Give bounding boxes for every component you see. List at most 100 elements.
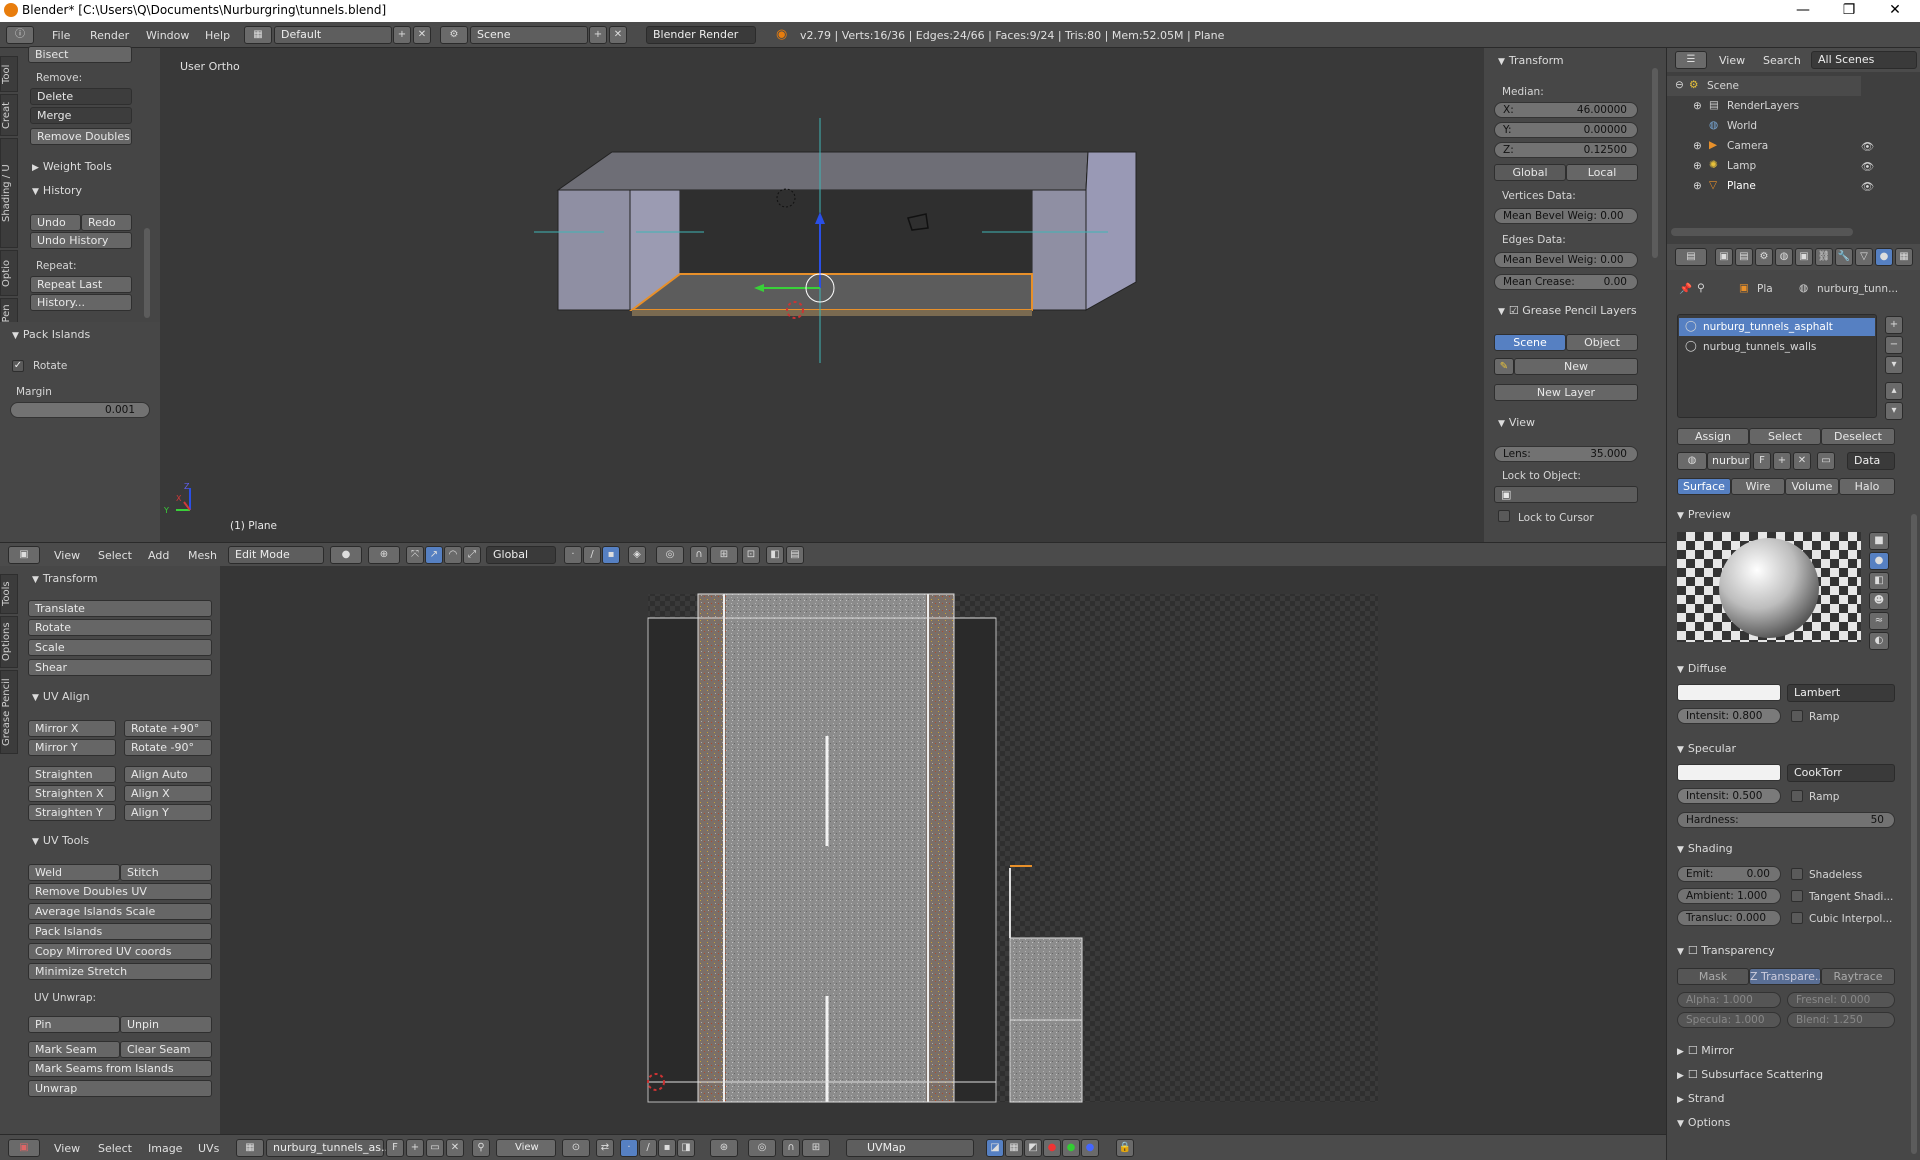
remove-layout-icon[interactable]: ✕ bbox=[413, 26, 431, 44]
unwrap-button[interactable]: Unwrap bbox=[28, 1080, 212, 1097]
sticky-select-icon[interactable]: ⊛ bbox=[710, 1139, 738, 1157]
new-layer-button[interactable]: New Layer bbox=[1494, 384, 1638, 401]
mirror-header[interactable]: ▶ ☐ Mirror bbox=[1677, 1044, 1734, 1057]
bisect-button[interactable]: Bisect bbox=[28, 46, 132, 63]
lock-object-field[interactable]: ▣ bbox=[1494, 486, 1638, 503]
outliner-display-select[interactable]: All Scenes bbox=[1811, 51, 1917, 69]
add-scene-icon[interactable]: + bbox=[589, 26, 607, 44]
assign-button[interactable]: Assign bbox=[1677, 428, 1749, 445]
uv-tab-tools[interactable]: Tools bbox=[0, 574, 18, 614]
editor-type-outliner-icon[interactable]: ☰ bbox=[1675, 51, 1707, 69]
close-button[interactable]: ✕ bbox=[1872, 0, 1918, 22]
rotate-checkbox[interactable]: ✓ bbox=[12, 360, 24, 372]
uv-tools-header[interactable]: ▼ UV Tools bbox=[32, 834, 89, 847]
editor-type-uv-icon[interactable]: ▣ bbox=[8, 1139, 40, 1157]
repeat-last-button[interactable]: Repeat Last bbox=[30, 276, 132, 293]
browse-icon[interactable]: ▭ bbox=[1817, 452, 1835, 470]
menu-help[interactable]: Help bbox=[205, 29, 230, 42]
translucency-field[interactable]: Transluc: 0.000 bbox=[1677, 910, 1781, 926]
mask-toggle[interactable]: Mask bbox=[1677, 968, 1749, 985]
npanel-scrollbar[interactable] bbox=[1652, 68, 1658, 258]
pencil-icon[interactable]: ✎ bbox=[1494, 358, 1514, 375]
scene-icon[interactable]: ⚙ bbox=[440, 26, 468, 44]
sss-header[interactable]: ▶ ☐ Subsurface Scattering bbox=[1677, 1068, 1823, 1081]
camera-visibility-icon[interactable]: 👁 bbox=[1861, 140, 1874, 153]
scale-button[interactable]: Scale bbox=[28, 639, 212, 656]
select-button[interactable]: Select bbox=[1749, 428, 1821, 445]
blend-field[interactable]: Blend: 1.250 bbox=[1787, 1012, 1895, 1028]
deselect-button[interactable]: Deselect bbox=[1821, 428, 1895, 445]
pin-image-icon[interactable]: ⚲ bbox=[472, 1139, 490, 1157]
move-down-icon[interactable]: ▾ bbox=[1885, 402, 1903, 420]
snap-target-icon[interactable]: ⊡ bbox=[742, 546, 760, 564]
remove-doubles-uv-button[interactable]: Remove Doubles UV bbox=[28, 883, 212, 900]
wire-tab[interactable]: Wire bbox=[1731, 478, 1785, 495]
menu-file[interactable]: File bbox=[52, 29, 70, 42]
open-image-icon[interactable]: ▭ bbox=[426, 1139, 444, 1157]
uv-tab-grease-pencil[interactable]: Grease Pencil bbox=[0, 670, 18, 754]
fake-user-button[interactable]: F bbox=[386, 1139, 404, 1157]
uv-tab-options[interactable]: Options bbox=[0, 616, 18, 668]
orientation-select[interactable]: Global bbox=[486, 546, 556, 564]
rotate-plus-90-button[interactable]: Rotate +90° bbox=[124, 720, 212, 737]
menu-view[interactable]: View bbox=[54, 549, 80, 562]
specular-color-swatch[interactable] bbox=[1677, 764, 1781, 781]
properties-scrollbar[interactable] bbox=[1911, 514, 1917, 1154]
clear-seam-button[interactable]: Clear Seam bbox=[120, 1041, 212, 1058]
lock-cursor-checkbox[interactable] bbox=[1498, 510, 1510, 522]
pivot-point-icon[interactable]: ⊙ bbox=[562, 1139, 590, 1157]
outliner-expand-lamp[interactable]: ⊕ bbox=[1693, 160, 1702, 172]
display-z-icon[interactable]: ◩ bbox=[1024, 1139, 1042, 1157]
transform-header[interactable]: ▼ Transform bbox=[1498, 54, 1564, 67]
hardness-field[interactable]: Hardness: 50 bbox=[1677, 812, 1895, 828]
tab-create[interactable]: Creat bbox=[0, 94, 18, 136]
display-alpha-icon[interactable]: ▦ bbox=[1005, 1139, 1023, 1157]
outliner-item-scene[interactable]: Scene bbox=[1707, 80, 1739, 92]
weight-tools-header[interactable]: ▶ Weight Tools bbox=[32, 160, 112, 173]
outliner-expand-scene[interactable]: ⊖ bbox=[1675, 79, 1684, 91]
tab-options[interactable]: Optio bbox=[0, 250, 18, 296]
view-mode-select[interactable]: View bbox=[496, 1139, 556, 1157]
history-header[interactable]: ▼ History bbox=[32, 184, 82, 197]
unlink-material-icon[interactable]: ✕ bbox=[1793, 452, 1811, 470]
grease-pencil-header[interactable]: ▼ ☑ Grease Pencil Layers bbox=[1498, 304, 1637, 317]
uv-transform-header[interactable]: ▼ Transform bbox=[32, 572, 98, 585]
uv-island-select-icon[interactable]: ◨ bbox=[677, 1139, 695, 1157]
remove-doubles-button[interactable]: Remove Doubles bbox=[30, 128, 132, 145]
gp-object-toggle[interactable]: Object bbox=[1566, 334, 1638, 351]
local-toggle[interactable]: Local bbox=[1566, 164, 1638, 181]
tab-shading-uv[interactable]: Shading / U bbox=[0, 138, 18, 248]
material-name-field[interactable]: nurbur bbox=[1707, 452, 1751, 470]
pack-islands-header[interactable]: ▼ Pack Islands bbox=[12, 328, 90, 341]
median-x-field[interactable]: X: 46.00000 bbox=[1494, 102, 1638, 118]
add-layout-icon[interactable]: + bbox=[393, 26, 411, 44]
gp-new-button[interactable]: New bbox=[1514, 358, 1638, 375]
image-browse-icon[interactable]: ▦ bbox=[236, 1139, 264, 1157]
outliner-expand-camera[interactable]: ⊕ bbox=[1693, 140, 1702, 152]
world-tab-icon[interactable]: ◍ bbox=[1775, 248, 1793, 266]
margin-field[interactable]: 0.001 bbox=[10, 402, 150, 418]
specular-alpha-field[interactable]: Specula: 1.000 bbox=[1677, 1012, 1781, 1028]
outliner-scrollbar[interactable] bbox=[1671, 228, 1853, 236]
mirror-x-button[interactable]: Mirror X bbox=[28, 720, 116, 737]
unlink-image-icon[interactable]: ✕ bbox=[446, 1139, 464, 1157]
diffuse-header[interactable]: ▼ Diffuse bbox=[1677, 662, 1727, 675]
rotate-manipulator-icon[interactable]: ◠ bbox=[444, 546, 462, 564]
outliner-item-camera[interactable]: Camera bbox=[1727, 140, 1768, 152]
lens-field[interactable]: Lens: 35.000 bbox=[1494, 446, 1638, 462]
opengl-anim-icon[interactable]: ▤ bbox=[786, 546, 804, 564]
link-data-select[interactable]: Data bbox=[1847, 452, 1895, 470]
shading-header[interactable]: ▼ Shading bbox=[1677, 842, 1733, 855]
scale-manipulator-icon[interactable]: ⤢ bbox=[463, 546, 481, 564]
outliner-menu-view[interactable]: View bbox=[1719, 54, 1745, 67]
pin-button[interactable]: Pin bbox=[28, 1016, 120, 1033]
fresnel-field[interactable]: Fresnel: 0.000 bbox=[1787, 992, 1895, 1008]
diffuse-ramp-checkbox[interactable] bbox=[1791, 710, 1803, 722]
view-header[interactable]: ▼ View bbox=[1498, 416, 1535, 429]
occlude-icon[interactable]: ◈ bbox=[628, 546, 646, 564]
menu-add[interactable]: Add bbox=[148, 549, 169, 562]
snap-type-icon[interactable]: ⊞ bbox=[710, 546, 738, 564]
preview-monkey-icon[interactable]: ☻ bbox=[1869, 592, 1889, 610]
layout-field[interactable]: Default bbox=[274, 26, 392, 44]
maximize-button[interactable]: ❐ bbox=[1826, 0, 1872, 22]
